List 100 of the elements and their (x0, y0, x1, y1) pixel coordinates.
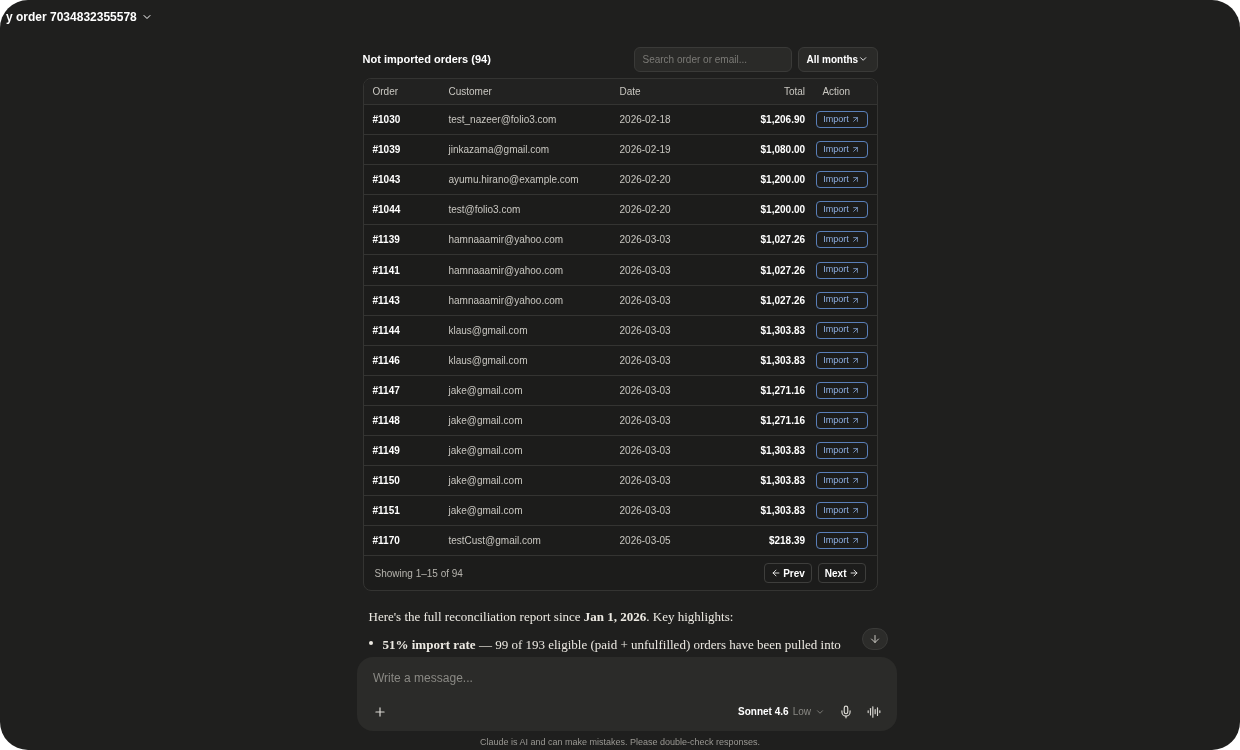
panel-title: Not imported orders (94) (362, 51, 491, 67)
import-button[interactable]: Import (815, 261, 868, 279)
order-total: $1,027.26 (759, 293, 806, 308)
prev-button[interactable]: Prev (764, 563, 812, 584)
arrow-up-right-icon (850, 115, 860, 125)
order-date: 2026-03-03 (619, 323, 672, 338)
import-button[interactable]: Import (815, 321, 868, 339)
order-total: $1,303.83 (759, 474, 806, 489)
customer-email: ayumu.hirano@example.com (448, 173, 580, 188)
arrow-up-right-icon (850, 265, 860, 275)
search-field[interactable]: Search order or email... (633, 46, 792, 72)
customer-email: jinkazama@gmail.com (448, 143, 551, 158)
order-date: 2026-03-03 (619, 504, 672, 519)
add-icon[interactable] (373, 704, 387, 719)
column-header: Customer (448, 85, 493, 99)
order-total: $218.39 (767, 534, 806, 549)
order-date: 2026-03-03 (619, 353, 672, 368)
order-total: $1,206.90 (759, 113, 806, 128)
order-date: 2026-03-03 (619, 444, 672, 459)
order-total: $1,200.00 (759, 203, 806, 218)
import-button[interactable]: Import (815, 201, 868, 219)
next-button[interactable]: Next (817, 563, 866, 584)
order-date: 2026-02-20 (619, 173, 672, 188)
order-total: $1,303.83 (759, 323, 806, 338)
order-number: #1151 (372, 504, 401, 519)
order-date: 2026-03-05 (619, 534, 672, 549)
customer-email: jake@gmail.com (448, 383, 524, 398)
customer-email: klaus@gmail.com (448, 353, 529, 368)
column-header: Total (782, 85, 806, 99)
arrow-up-right-icon (850, 145, 860, 155)
order-date: 2026-03-03 (619, 233, 672, 248)
month-dropdown[interactable]: All months (797, 46, 878, 72)
arrow-up-right-icon (850, 506, 860, 516)
arrow-up-right-icon (850, 355, 860, 365)
order-number: #1148 (372, 414, 401, 428)
order-date: 2026-02-20 (619, 203, 672, 218)
order-number: #1144 (372, 323, 401, 338)
message-paragraph: Here's the full reconciliation report since Jan 1, 2026. Key highlights: (368, 608, 735, 627)
customer-email: hamnaaamir@yahoo.com (448, 233, 565, 248)
arrow-up-right-icon (850, 446, 860, 456)
import-button[interactable]: Import (815, 171, 868, 189)
customer-email: klaus@gmail.com (448, 323, 529, 338)
order-number: #1044 (372, 203, 402, 218)
pagination-summary: Showing 1–15 of 94 (374, 566, 463, 581)
import-button[interactable]: Import (815, 412, 868, 429)
bullet-icon (368, 640, 373, 645)
import-button[interactable]: Import (815, 111, 868, 129)
column-header: Action (821, 85, 852, 99)
model-selector[interactable]: Sonnet 4.6 Low (738, 704, 825, 719)
model-name: Sonnet 4.6 (738, 705, 789, 719)
microphone-icon[interactable] (839, 704, 853, 719)
order-total: $1,271.16 (759, 383, 806, 398)
arrow-up-right-icon (850, 476, 860, 486)
arrow-up-right-icon (850, 416, 860, 425)
order-date: 2026-03-03 (619, 383, 672, 398)
scroll-down-button[interactable] (862, 628, 888, 650)
order-date: 2026-03-03 (619, 474, 672, 489)
customer-email: jake@gmail.com (448, 474, 524, 489)
order-total: $1,303.83 (759, 353, 806, 368)
order-total: $1,303.83 (759, 444, 806, 459)
customer-email: jake@gmail.com (448, 444, 524, 459)
order-total: $1,200.00 (759, 173, 806, 188)
arrow-left-icon (771, 568, 782, 579)
import-button[interactable]: Import (815, 291, 868, 309)
customer-email: hamnaaamir@yahoo.com (448, 263, 565, 278)
arrow-up-right-icon (850, 175, 860, 185)
arrow-up-right-icon (850, 295, 860, 305)
order-number: #1039 (372, 143, 402, 158)
arrow-up-right-icon (850, 205, 860, 215)
voice-mode-icon[interactable] (867, 704, 881, 719)
import-button[interactable]: Import (815, 381, 868, 399)
order-number: #1149 (372, 444, 401, 459)
arrow-up-right-icon (850, 325, 860, 335)
order-total: $1,303.83 (759, 504, 806, 519)
order-total: $1,027.26 (759, 233, 806, 248)
bullet-text: 51% import rate — 99 of 193 eligible (paid + unfulfilled) orders have been pulled into (382, 635, 841, 654)
message-input[interactable]: Write a message... (373, 669, 881, 687)
import-button[interactable]: Import (815, 442, 868, 460)
order-number: #1150 (372, 474, 401, 489)
customer-email: test@folio3.com (448, 203, 522, 218)
import-button[interactable]: Import (815, 141, 868, 159)
order-total: $1,080.00 (759, 143, 806, 158)
order-date: 2026-02-18 (619, 113, 672, 128)
import-button[interactable]: Import (815, 532, 868, 550)
import-button[interactable]: Import (815, 231, 868, 249)
customer-email: jake@gmail.com (448, 504, 524, 519)
customer-email: test_nazeer@folio3.com (448, 113, 558, 128)
import-button[interactable]: Import (815, 502, 868, 520)
import-button[interactable]: Import (815, 351, 868, 369)
column-header: Date (619, 85, 642, 99)
arrow-up-right-icon (850, 235, 860, 245)
effort-level: Low (792, 705, 811, 719)
import-button[interactable]: Import (815, 472, 868, 490)
arrow-down-icon (869, 633, 881, 645)
order-number: #1143 (372, 293, 401, 308)
order-number: #1043 (372, 173, 402, 188)
order-number: #1170 (372, 534, 401, 549)
order-total: $1,271.16 (759, 414, 806, 428)
arrow-up-right-icon (850, 385, 860, 395)
disclaimer-text: Claude is AI and can make mistakes. Please double-check responses. (478, 736, 762, 749)
